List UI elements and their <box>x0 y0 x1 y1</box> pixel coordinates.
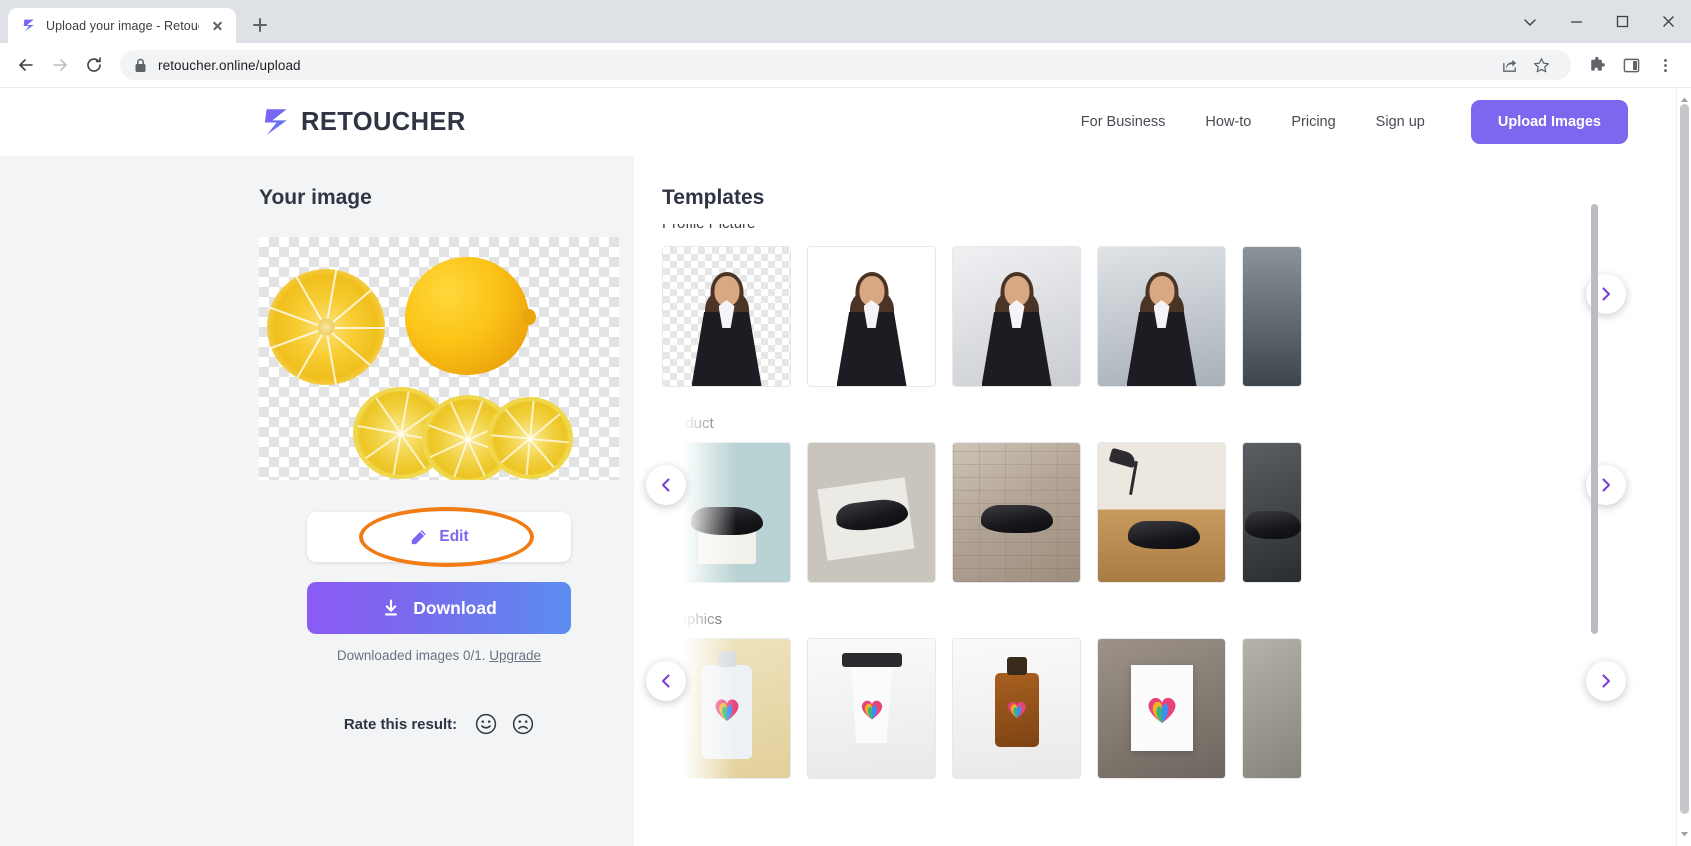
template-tile-wood-lamp[interactable] <box>1097 442 1226 583</box>
address-bar-url: retoucher.online/upload <box>158 57 301 73</box>
download-icon <box>385 599 398 616</box>
download-button-label: Download <box>413 597 497 618</box>
browser-tab[interactable]: Upload your image - Retoucher.O <box>8 8 236 43</box>
lock-icon <box>135 58 146 72</box>
nav-sign-up[interactable]: Sign up <box>1356 114 1445 130</box>
page-content: Your image Edit Download Downloaded imag… <box>0 156 1676 846</box>
retoucher-logo-icon <box>264 109 287 135</box>
forward-button[interactable] <box>44 49 76 81</box>
category-label: Graphics <box>662 611 723 628</box>
template-tile-dark-gradient[interactable] <box>1242 246 1302 387</box>
browser-window: Upload your image - Retoucher.O <box>0 0 1691 846</box>
extensions-icon[interactable] <box>1581 49 1613 81</box>
page-scrollbar-thumb[interactable] <box>1680 104 1689 814</box>
nav-pricing[interactable]: Pricing <box>1271 114 1355 130</box>
nav-how-to[interactable]: How-to <box>1185 114 1271 130</box>
site-logo[interactable]: RETOUCHER <box>258 105 466 139</box>
side-panel-icon[interactable] <box>1615 49 1647 81</box>
window-controls <box>1507 0 1691 43</box>
profile-caret-icon[interactable] <box>1507 0 1553 43</box>
tab-close-icon[interactable] <box>208 17 226 35</box>
template-tile-blue-gradient[interactable] <box>1097 246 1226 387</box>
scroll-down-arrow[interactable] <box>1680 825 1689 843</box>
rate-label: Rate this result: <box>343 715 458 733</box>
template-tile-wall-poster[interactable] <box>1097 638 1226 779</box>
retoucher-logo-icon <box>23 19 34 32</box>
template-tile-coffee-cup[interactable] <box>807 638 936 779</box>
reload-button[interactable] <box>78 49 110 81</box>
rate-result-row: Rate this result: <box>307 713 571 735</box>
window-close-icon[interactable] <box>1645 0 1691 43</box>
web-page: RETOUCHER For Business How-to Pricing Si… <box>0 88 1676 846</box>
edit-button[interactable]: Edit <box>307 512 571 562</box>
lemon-whole <box>405 257 536 375</box>
template-tile-amber-dropper[interactable] <box>952 638 1081 779</box>
category-label: Product <box>662 415 714 432</box>
upload-images-button[interactable]: Upload Images <box>1470 100 1628 144</box>
chevron-left-icon <box>661 478 670 492</box>
templates-scrollbar-thumb[interactable] <box>1591 204 1598 634</box>
download-button[interactable]: Download <box>307 582 571 634</box>
lemon-half <box>267 269 385 385</box>
chevron-right-icon <box>1602 674 1611 688</box>
chevron-left-icon <box>661 674 670 688</box>
panel-title: Your image <box>259 186 372 209</box>
template-category-profile-picture: Profile Picture <box>662 224 1676 387</box>
edit-button-wrapper: Edit <box>307 507 571 567</box>
browser-menu-icon[interactable] <box>1649 49 1681 81</box>
template-carousel <box>662 224 1676 387</box>
template-carousel <box>646 611 1676 779</box>
template-category-product: Product <box>646 415 1676 583</box>
pencil-icon <box>412 529 427 544</box>
new-tab-button[interactable] <box>246 11 274 39</box>
bookmark-star-icon[interactable] <box>1525 49 1557 81</box>
page-scrollbar[interactable] <box>1676 88 1691 846</box>
template-tile-dark-studio[interactable] <box>1242 442 1302 583</box>
upgrade-link[interactable]: Upgrade <box>489 648 541 663</box>
site-header: RETOUCHER For Business How-to Pricing Si… <box>0 88 1676 156</box>
colorful-heart-icon <box>861 700 882 719</box>
template-category-graphics: Graphics <box>646 611 1676 779</box>
category-label: Profile Picture <box>662 224 1676 236</box>
template-tile-mint-pedestal[interactable] <box>662 442 791 583</box>
lemon-slice <box>487 397 573 479</box>
colorful-heart-icon <box>715 699 738 721</box>
smiley-sad-icon[interactable] <box>512 713 534 735</box>
template-carousel <box>646 415 1676 583</box>
templates-title: Templates <box>662 186 765 209</box>
template-tile-transparent[interactable] <box>662 246 791 387</box>
templates-scrollbar[interactable] <box>1591 204 1598 838</box>
browser-toolbar: retoucher.online/upload <box>0 43 1691 88</box>
template-tile-beige-card[interactable] <box>807 442 936 583</box>
colorful-heart-icon <box>1007 701 1026 718</box>
templates-scroll-area[interactable]: Profile Picture <box>646 224 1676 779</box>
address-bar[interactable]: retoucher.online/upload <box>120 50 1571 80</box>
template-tile-white[interactable] <box>807 246 936 387</box>
back-button[interactable] <box>10 49 42 81</box>
colorful-heart-icon <box>1148 697 1175 723</box>
smiley-happy-icon[interactable] <box>475 713 497 735</box>
uploaded-image-preview[interactable] <box>259 237 619 480</box>
window-minimize-icon[interactable] <box>1553 0 1599 43</box>
tab-strip: Upload your image - Retoucher.O <box>0 0 1691 43</box>
template-tile-stone-surface[interactable] <box>1242 638 1302 779</box>
site-nav: For Business How-to Pricing Sign up Uplo… <box>1061 100 1628 144</box>
window-maximize-icon[interactable] <box>1599 0 1645 43</box>
nav-for-business[interactable]: For Business <box>1061 114 1186 130</box>
downloaded-count-text: Downloaded images 0/1. <box>336 648 486 663</box>
edit-button-label: Edit <box>439 528 469 545</box>
template-tile-cream-bottle[interactable] <box>662 638 791 779</box>
template-tile-brick-wall[interactable] <box>952 442 1081 583</box>
tab-title: Upload your image - Retoucher.O <box>46 18 199 33</box>
page-viewport: RETOUCHER For Business How-to Pricing Si… <box>0 88 1691 846</box>
chevron-right-icon <box>1602 287 1611 301</box>
template-tile-light-gradient[interactable] <box>952 246 1081 387</box>
chevron-right-icon <box>1602 478 1611 492</box>
templates-panel: Templates Profile Picture <box>634 156 1676 846</box>
logo-text: RETOUCHER <box>301 107 466 136</box>
downloaded-images-note: Downloaded images 0/1. Upgrade <box>307 648 571 663</box>
your-image-panel: Your image Edit Download Downloaded imag… <box>0 156 634 846</box>
share-icon[interactable] <box>1493 49 1525 81</box>
